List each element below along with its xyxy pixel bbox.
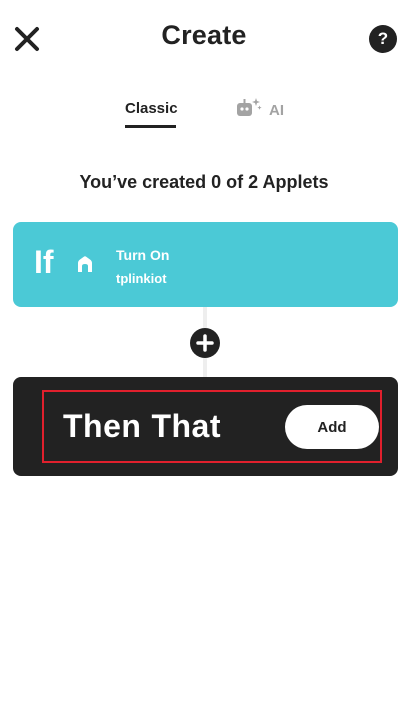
tab-active-indicator — [125, 125, 176, 128]
home-icon — [78, 256, 92, 272]
that-label: That — [151, 408, 221, 444]
then-that-label: Then That — [63, 408, 221, 445]
if-label: If — [34, 244, 54, 280]
page-title: Create — [161, 20, 247, 50]
trigger-name: Turn On — [116, 247, 170, 263]
add-button[interactable]: Add — [285, 405, 379, 449]
if-trigger-card[interactable]: If Turn On tplinkiot — [13, 222, 398, 307]
applet-count-text: You’ve created 0 of 2 Applets — [79, 172, 329, 192]
help-icon: ? — [377, 29, 389, 48]
tab-classic[interactable]: Classic — [125, 100, 178, 128]
help-button[interactable]: ? — [369, 25, 397, 53]
add-step-button[interactable] — [190, 328, 220, 358]
tab-ai[interactable]: AI — [236, 97, 284, 119]
tab-ai-label: AI — [269, 101, 284, 119]
tab-classic-label: Classic — [125, 100, 178, 117]
robot-sparkle-icon — [237, 98, 262, 116]
plus-icon — [196, 334, 214, 352]
then-label: Then — [63, 408, 142, 444]
then-action-card: Then That Add — [13, 377, 398, 476]
trigger-service-name: tplinkiot — [116, 271, 167, 286]
